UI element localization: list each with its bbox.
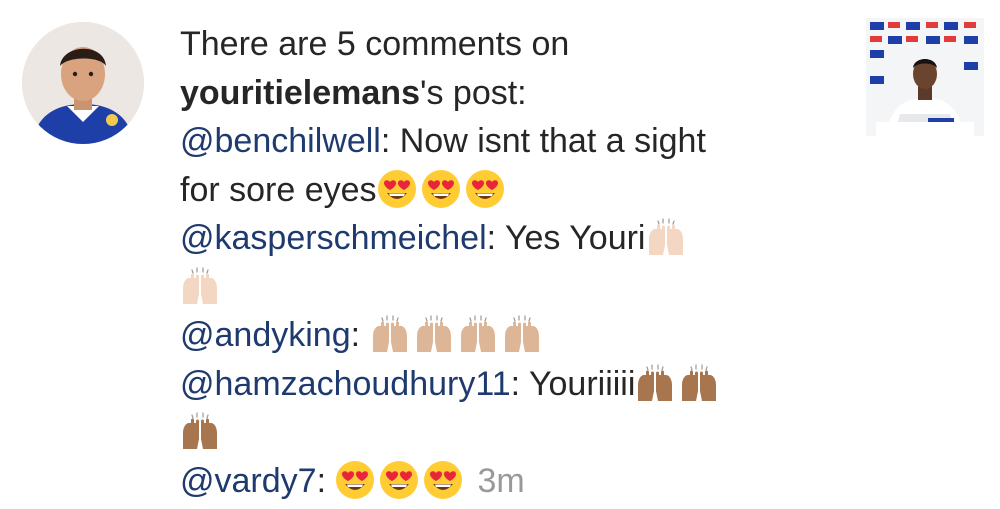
comment-5-line: @vardy7: 3m [180,457,840,506]
comment-1-text-a: Now isnt that a sight [399,122,706,160]
heart-eyes-emoji [377,169,417,209]
intro-text: There are 5 comments on [180,25,570,63]
comment-4-text: Youriiiii [528,364,636,403]
heart-eyes-emoji [379,460,419,500]
comment-3-line: @andyking: [180,311,840,360]
comment-separator: : [486,219,497,257]
post-thumbnail[interactable] [866,18,984,136]
raising-hands-medium-emoji [635,363,675,403]
comment-4-line-2 [180,408,840,457]
raising-hands-light-emoji [180,266,220,306]
comment-1-line-2: for sore eyes [180,166,840,215]
comment-1-text-b: for sore eyes [180,170,377,209]
raising-hands-medium-emoji [679,363,719,403]
post-thumbnail-image [866,18,984,136]
comment-separator: : [510,364,521,403]
user-avatar[interactable] [22,22,144,144]
raising-hands-medium-light-emoji [370,314,410,354]
mention-andyking[interactable]: @andyking [180,316,351,354]
comment-2-line-1: @kasperschmeichel: Yes Youri [180,214,840,263]
timestamp: 3m [477,461,525,500]
comment-separator: : [380,122,391,160]
comment-separator: : [316,461,327,500]
heart-eyes-emoji [423,460,463,500]
avatar-image [22,22,144,144]
comment-1-line-1: @benchilwell: Now isnt that a sight [180,117,840,166]
raising-hands-medium-light-emoji [458,314,498,354]
raising-hands-light-emoji [646,217,686,257]
comment-2-line-2 [180,263,840,312]
mention-hamzachoudhury11[interactable]: @hamzachoudhury11 [180,365,511,403]
heart-eyes-emoji [465,169,505,209]
raising-hands-medium-light-emoji [502,314,542,354]
raising-hands-medium-emoji [180,411,220,451]
post-owner-line: youritielemans's post: [180,69,840,118]
heart-eyes-emoji [335,460,375,500]
comment-2-text: Yes Youri [504,219,646,257]
comment-4-line-1: @hamzachoudhury11: Youriiiii [180,360,840,409]
comment-notification[interactable]: There are 5 comments on youritielemans's… [0,0,1000,509]
heart-eyes-emoji [421,169,461,209]
mention-kasperschmeichel[interactable]: @kasperschmeichel [180,219,487,257]
mention-benchilwell[interactable]: @benchilwell [180,122,381,160]
intro-line: There are 5 comments on [180,20,840,69]
notification-text: There are 5 comments on youritielemans's… [180,20,840,505]
raising-hands-medium-light-emoji [414,314,454,354]
comment-separator: : [350,316,361,354]
post-suffix: 's post: [419,73,527,112]
mention-vardy7[interactable]: @vardy7 [180,462,317,500]
post-owner-username[interactable]: youritielemans [180,74,420,112]
